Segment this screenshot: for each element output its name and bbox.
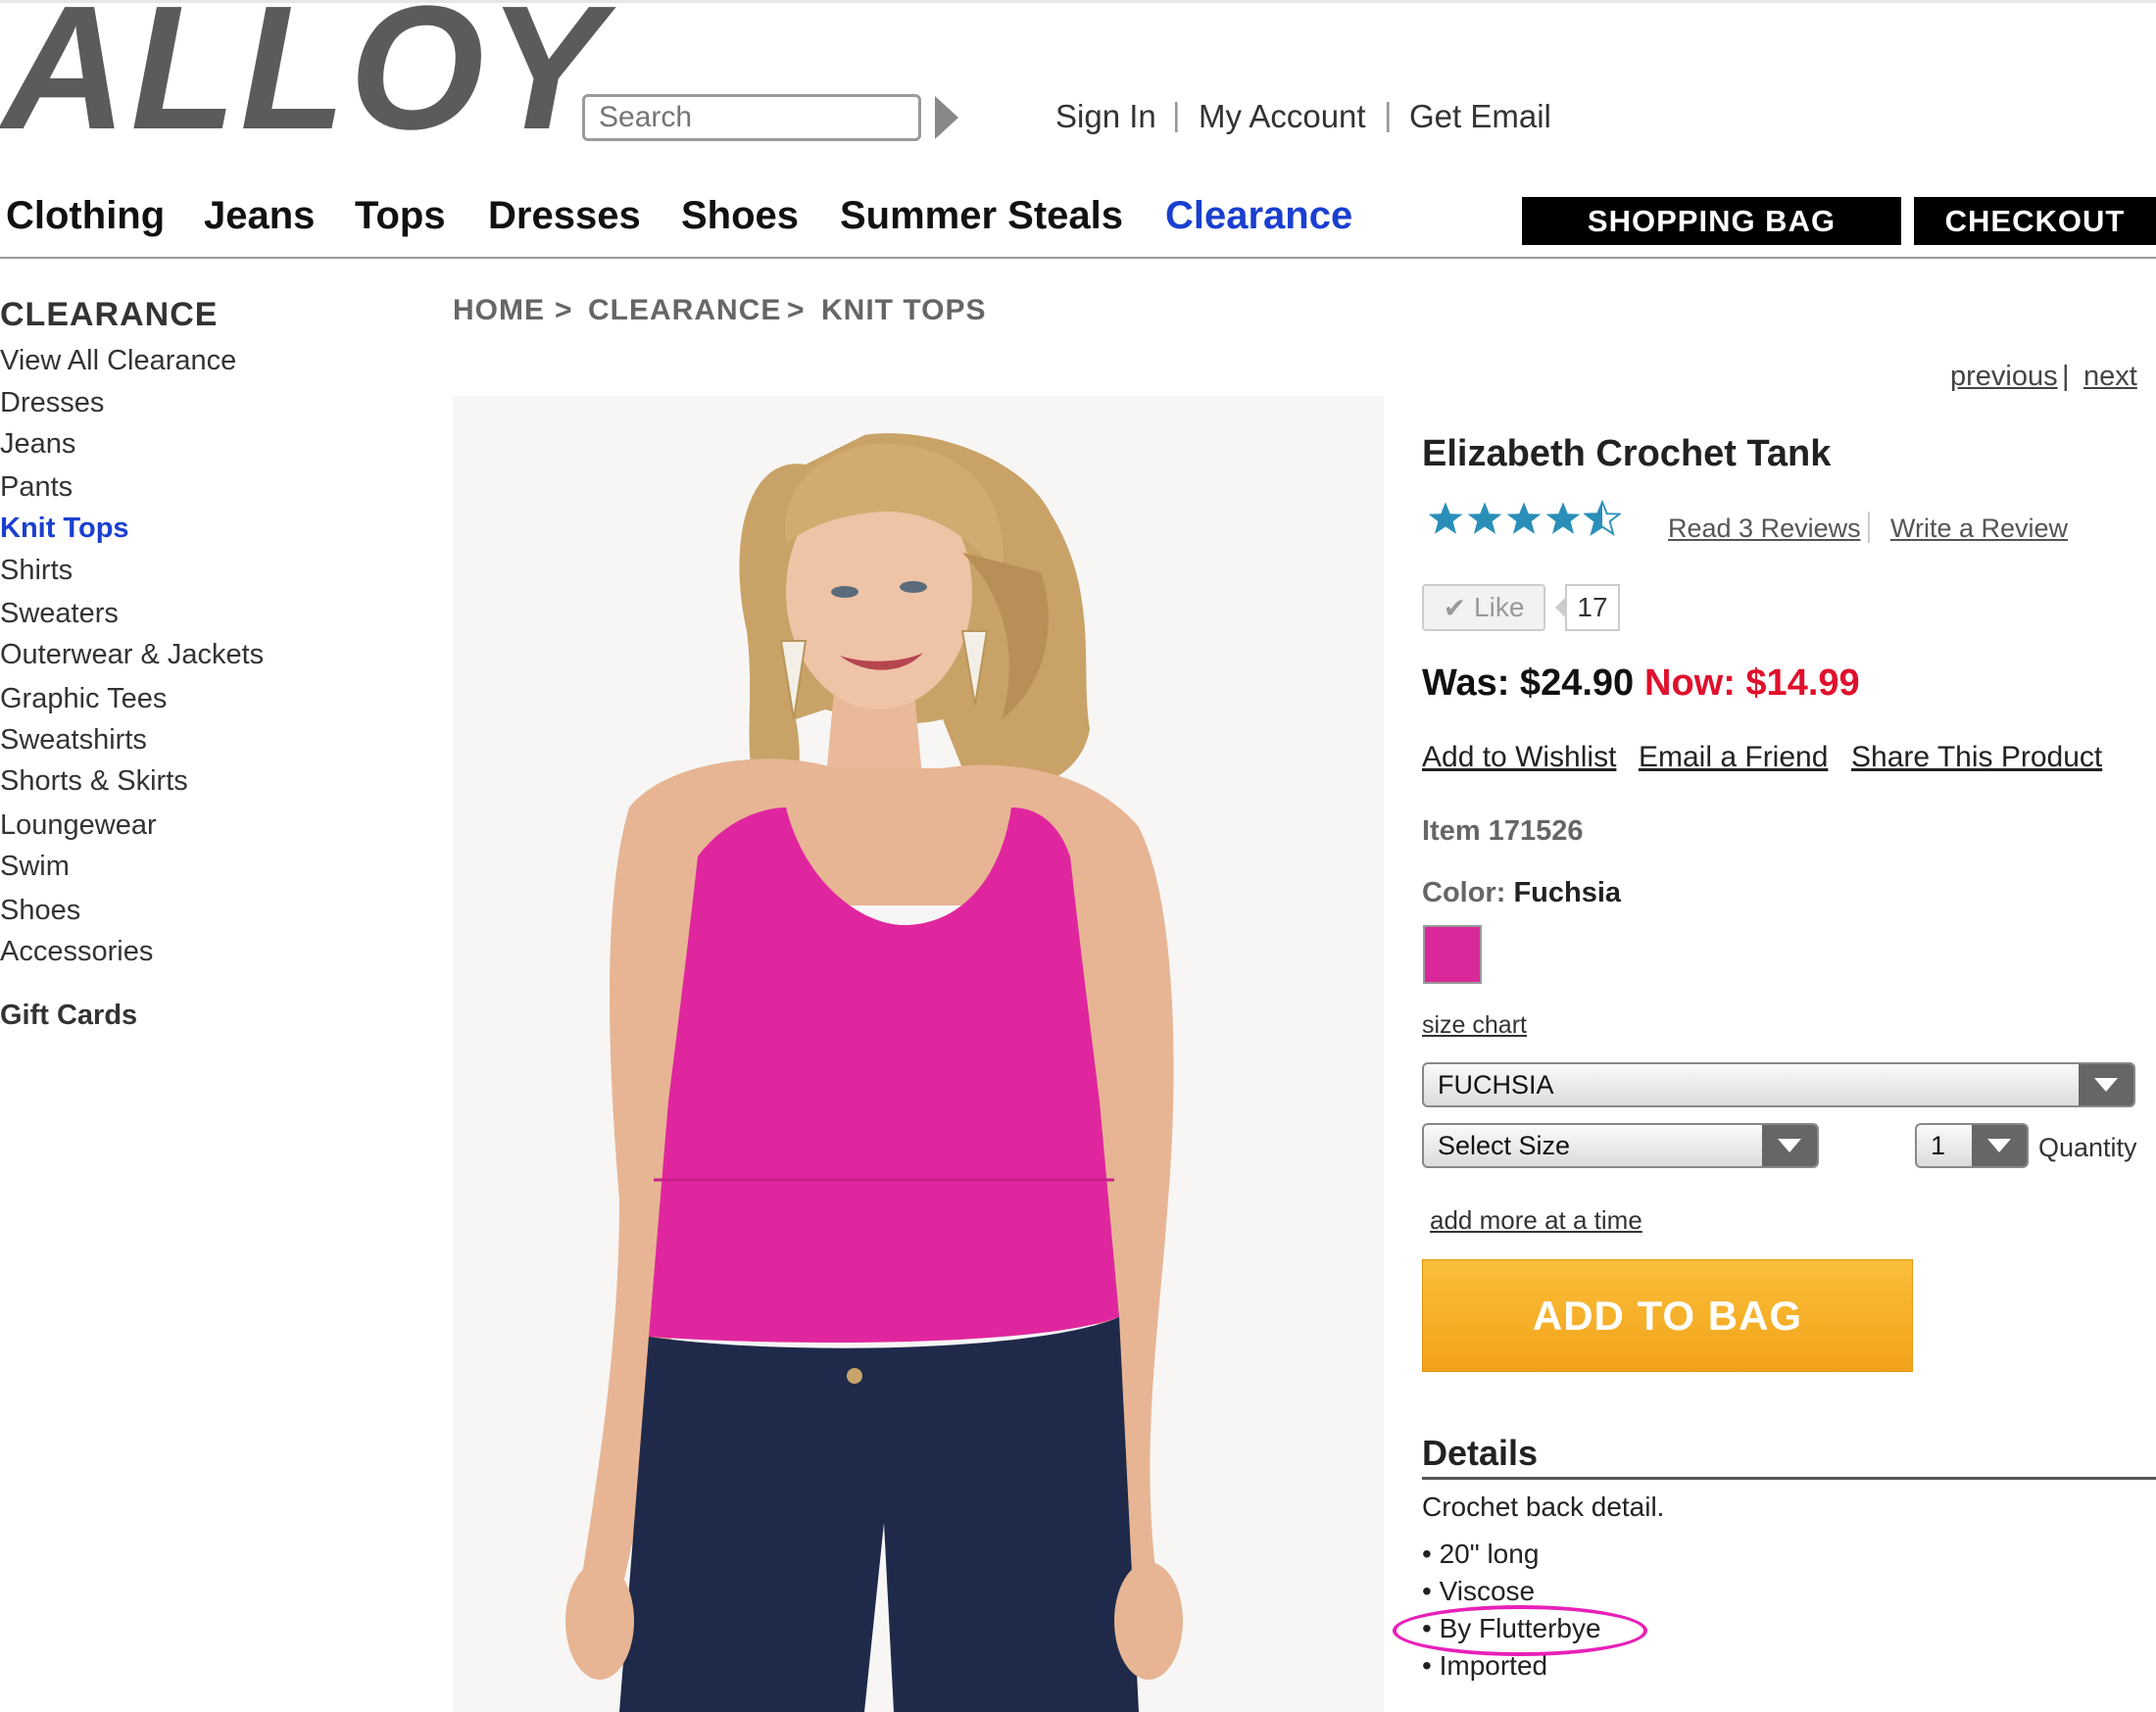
search-field[interactable]	[582, 94, 921, 141]
details-divider	[1422, 1477, 2156, 1480]
sidebar-item-shoes[interactable]: Shoes	[0, 895, 80, 927]
nav-jeans[interactable]: Jeans	[204, 194, 315, 238]
shopping-bag-button[interactable]: SHOPPING BAG	[1522, 197, 1901, 245]
next-link[interactable]: next	[2083, 361, 2137, 393]
sidebar-heading: CLEARANCE	[0, 296, 219, 333]
like-button[interactable]: ✔ Like	[1422, 584, 1545, 631]
add-to-wishlist-link[interactable]: Add to Wishlist	[1422, 741, 1616, 774]
color-select[interactable]: FUCHSIA	[1422, 1062, 2135, 1107]
size-select-value: Select Size	[1438, 1130, 1571, 1160]
star-full-icon	[1506, 502, 1542, 534]
like-count: 17	[1565, 584, 1620, 631]
breadcrumb-separator: >	[555, 294, 573, 326]
color-select-value: FUCHSIA	[1438, 1069, 1554, 1100]
nav-clearance[interactable]: Clearance	[1165, 194, 1352, 238]
checkout-button[interactable]: CHECKOUT	[1914, 197, 2156, 245]
sidebar-item-sweaters[interactable]: Sweaters	[0, 598, 119, 630]
alloy-logo[interactable]: ALLOY	[2, 0, 607, 157]
write-review-link[interactable]: Write a Review	[1890, 514, 2068, 544]
now-price: Now: $14.99	[1644, 662, 1860, 704]
details-description: Crochet back detail.	[1422, 1492, 1665, 1522]
product-title: Elizabeth Crochet Tank	[1422, 433, 1832, 474]
sidebar-item-shorts-skirts[interactable]: Shorts & Skirts	[0, 765, 188, 798]
sign-in-link[interactable]: Sign In	[1055, 98, 1156, 135]
breadcrumb-separator: >	[787, 294, 806, 326]
sidebar-item-outerwear[interactable]: Outerwear & Jackets	[0, 639, 264, 671]
sidebar-item-gift-cards[interactable]: Gift Cards	[0, 1000, 137, 1032]
star-full-icon	[1467, 502, 1502, 534]
size-chart-link[interactable]: size chart	[1422, 1011, 1527, 1040]
util-separator: |	[1384, 96, 1393, 132]
sidebar-item-graphic-tees[interactable]: Graphic Tees	[0, 683, 167, 715]
like-label: Like	[1474, 592, 1525, 622]
rating-stars	[1427, 500, 1621, 537]
sidebar-item-knit-tops[interactable]: Knit Tops	[0, 513, 129, 545]
details-bullet: Viscose	[1422, 1576, 1536, 1607]
sidebar-item-loungewear[interactable]: Loungewear	[0, 809, 157, 842]
like-count-caret	[1555, 598, 1565, 617]
sidebar-item-shirts[interactable]: Shirts	[0, 555, 73, 587]
breadcrumb-clearance[interactable]: CLEARANCE	[588, 294, 781, 327]
checkmark-icon: ✔	[1443, 592, 1467, 623]
get-email-link[interactable]: Get Email	[1409, 98, 1551, 135]
color-swatch-fuchsia[interactable]	[1423, 925, 1482, 984]
model-illustration	[565, 433, 1183, 1712]
util-separator: |	[1172, 96, 1181, 132]
share-product-link[interactable]: Share This Product	[1851, 741, 2102, 774]
sidebar-item-sweatshirts[interactable]: Sweatshirts	[0, 724, 147, 757]
add-to-bag-button[interactable]: ADD TO BAG	[1422, 1259, 1913, 1372]
search-submit-arrow-icon[interactable]	[935, 96, 958, 139]
quantity-select-value: 1	[1931, 1130, 1946, 1160]
reviews-divider	[1868, 512, 1870, 543]
sidebar-item-dresses[interactable]: Dresses	[0, 387, 104, 419]
chevron-down-icon[interactable]	[1972, 1125, 2027, 1166]
star-full-icon	[1545, 502, 1581, 534]
quantity-select[interactable]: 1	[1915, 1123, 2029, 1168]
nav-shoes[interactable]: Shoes	[681, 194, 799, 238]
was-price: Was: $24.90	[1422, 662, 1635, 704]
color-value: Fuchsia	[1513, 877, 1622, 908]
read-reviews-link[interactable]: Read 3 Reviews	[1668, 514, 1861, 544]
item-number: Item 171526	[1422, 815, 1584, 847]
add-more-link[interactable]: add more at a time	[1430, 1205, 1642, 1236]
star-full-icon	[1428, 502, 1463, 534]
color-label-text: Color:	[1422, 877, 1506, 908]
nav-tops[interactable]: Tops	[355, 194, 446, 238]
size-select[interactable]: Select Size	[1422, 1123, 1819, 1168]
sidebar-item-pants[interactable]: Pants	[0, 471, 73, 504]
nav-dresses[interactable]: Dresses	[488, 194, 641, 238]
details-bullet: 20" long	[1422, 1539, 1540, 1570]
search-input[interactable]	[585, 97, 918, 138]
nav-clothing[interactable]: Clothing	[6, 194, 165, 238]
breadcrumb-home[interactable]: HOME	[453, 294, 545, 327]
nav-divider	[0, 257, 2156, 259]
nav-summer-steals[interactable]: Summer Steals	[840, 194, 1123, 238]
previous-link[interactable]: previous	[1950, 361, 2058, 393]
star-half-icon	[1584, 500, 1621, 537]
product-image[interactable]	[453, 396, 1384, 1712]
my-account-link[interactable]: My Account	[1199, 98, 1366, 135]
pager-separator: |	[2062, 361, 2070, 392]
sidebar-item-jeans[interactable]: Jeans	[0, 428, 75, 461]
breadcrumb-knit-tops: KNIT TOPS	[821, 294, 987, 326]
sidebar-item-accessories[interactable]: Accessories	[0, 936, 153, 968]
color-label: Color: Fuchsia	[1422, 877, 1621, 909]
quantity-label: Quantity	[2038, 1133, 2137, 1162]
sidebar-item-view-all[interactable]: View All Clearance	[0, 345, 236, 377]
sidebar-item-swim[interactable]: Swim	[0, 851, 70, 883]
email-friend-link[interactable]: Email a Friend	[1639, 741, 1828, 774]
details-heading: Details	[1422, 1433, 1539, 1473]
chevron-down-icon[interactable]	[1762, 1125, 1817, 1166]
chevron-down-icon[interactable]	[2079, 1064, 2133, 1105]
highlight-circle-annotation	[1393, 1605, 1647, 1656]
